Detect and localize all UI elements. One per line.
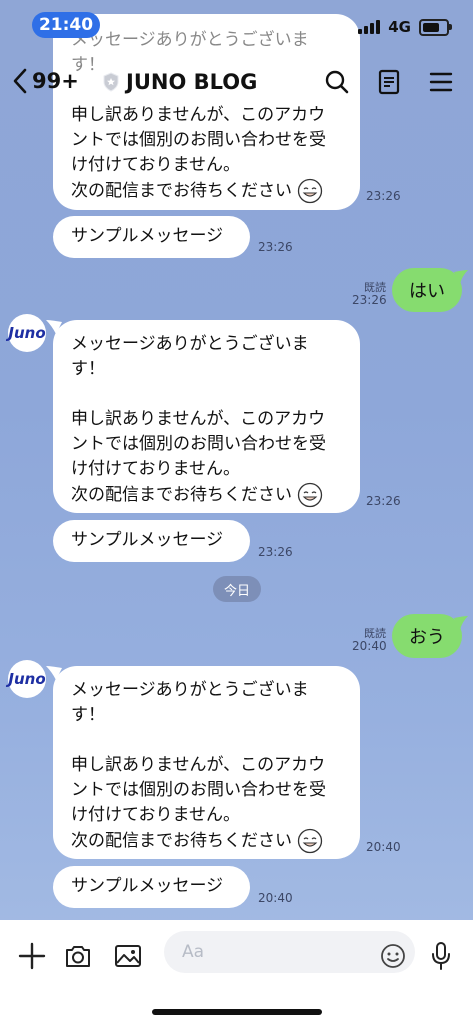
message-line: 申し訳ありませんが、このアカウ	[71, 755, 326, 775]
bubble-tail	[454, 270, 468, 284]
smile-emoji-icon	[298, 178, 323, 204]
menu-button[interactable]	[427, 68, 455, 96]
home-indicator	[152, 1009, 322, 1015]
search-icon	[325, 70, 349, 94]
mic-icon	[432, 942, 450, 970]
message-text: おう	[409, 627, 445, 648]
date-separator: 今日	[213, 576, 261, 602]
emoji-button[interactable]	[377, 940, 409, 972]
battery-icon	[419, 18, 452, 36]
image-icon	[115, 945, 141, 967]
message-time: 23:26	[352, 293, 387, 307]
message-line: す！	[71, 359, 105, 379]
message-line: け付けておりません。	[71, 459, 240, 479]
message-line: ントでは個別のお問い合わせを受	[71, 130, 326, 150]
message-line: 申し訳ありませんが、このアカウ	[71, 409, 326, 429]
header-actions	[323, 68, 455, 96]
message-line: メッセージありがとうございま	[71, 680, 309, 700]
message-time: 23:26	[366, 494, 401, 508]
voice-button[interactable]	[425, 940, 457, 972]
message-line: け付けておりません。	[71, 805, 240, 825]
status-bar: 21:40 4G	[0, 0, 473, 58]
message-text: はい	[409, 281, 445, 302]
chevron-left-icon	[13, 68, 27, 94]
plus-icon	[18, 942, 46, 970]
message-line: ントでは個別のお問い合わせを受	[71, 434, 326, 454]
message-text: サンプルメッセージ	[71, 876, 224, 896]
message-line: け付けておりません。	[71, 155, 240, 175]
camera-icon	[66, 946, 90, 967]
status-time: 21:40	[32, 12, 100, 38]
menu-icon	[429, 72, 453, 92]
back-button[interactable]: 99+	[12, 68, 79, 94]
smile-emoji-icon	[298, 482, 323, 508]
message-bubble-sent[interactable]: はい	[392, 268, 462, 312]
chat-header: 99+ JUNO BLOG	[0, 58, 473, 110]
avatar[interactable]: Juno	[8, 314, 46, 352]
message-time: 20:40	[352, 639, 387, 653]
message-time: 23:26	[366, 189, 401, 203]
message-bubble-received[interactable]: サンプルメッセージ	[53, 520, 250, 562]
message-time: 23:26	[258, 545, 293, 559]
add-button[interactable]	[16, 940, 48, 972]
message-line: メッセージありがとうございま	[71, 334, 309, 354]
message-text: サンプルメッセージ	[71, 226, 224, 246]
message-time: 20:40	[366, 840, 401, 854]
message-bubble-received[interactable]: メッセージありがとうございま す！ 申し訳ありませんが、このアカウ ントでは個別…	[53, 666, 360, 859]
message-line: 次の配信までお待ちください	[71, 828, 342, 854]
unread-count: 99+	[32, 69, 79, 93]
notes-button[interactable]	[375, 68, 403, 96]
avatar[interactable]: Juno	[8, 660, 46, 698]
signal-icon	[358, 20, 381, 34]
message-line: 次の配信までお待ちください	[71, 482, 342, 508]
input-placeholder: Aa	[182, 942, 205, 962]
message-time: 23:26	[258, 240, 293, 254]
official-badge-icon	[103, 72, 119, 92]
message-time: 20:40	[258, 891, 293, 905]
message-bubble-received[interactable]: サンプルメッセージ	[53, 866, 250, 908]
bubble-tail	[454, 616, 468, 630]
notes-icon	[378, 69, 400, 95]
page-title: JUNO BLOG	[126, 70, 258, 94]
network-type: 4G	[388, 18, 411, 36]
message-line: ントでは個別のお問い合わせを受	[71, 780, 326, 800]
smile-emoji-icon	[298, 828, 323, 854]
message-bubble-received[interactable]: サンプルメッセージ	[53, 216, 250, 258]
message-bubble-sent[interactable]: おう	[392, 614, 462, 658]
camera-button[interactable]	[62, 940, 94, 972]
search-button[interactable]	[323, 68, 351, 96]
message-bubble-received[interactable]: メッセージありがとうございま す！ 申し訳ありませんが、このアカウ ントでは個別…	[53, 320, 360, 513]
message-line: 次の配信までお待ちください	[71, 178, 342, 204]
message-text: サンプルメッセージ	[71, 530, 224, 550]
status-indicators: 4G	[358, 18, 452, 36]
chat-title[interactable]: JUNO BLOG	[102, 70, 257, 94]
message-line: す！	[71, 705, 105, 725]
emoji-icon	[381, 944, 405, 968]
image-button[interactable]	[112, 940, 144, 972]
